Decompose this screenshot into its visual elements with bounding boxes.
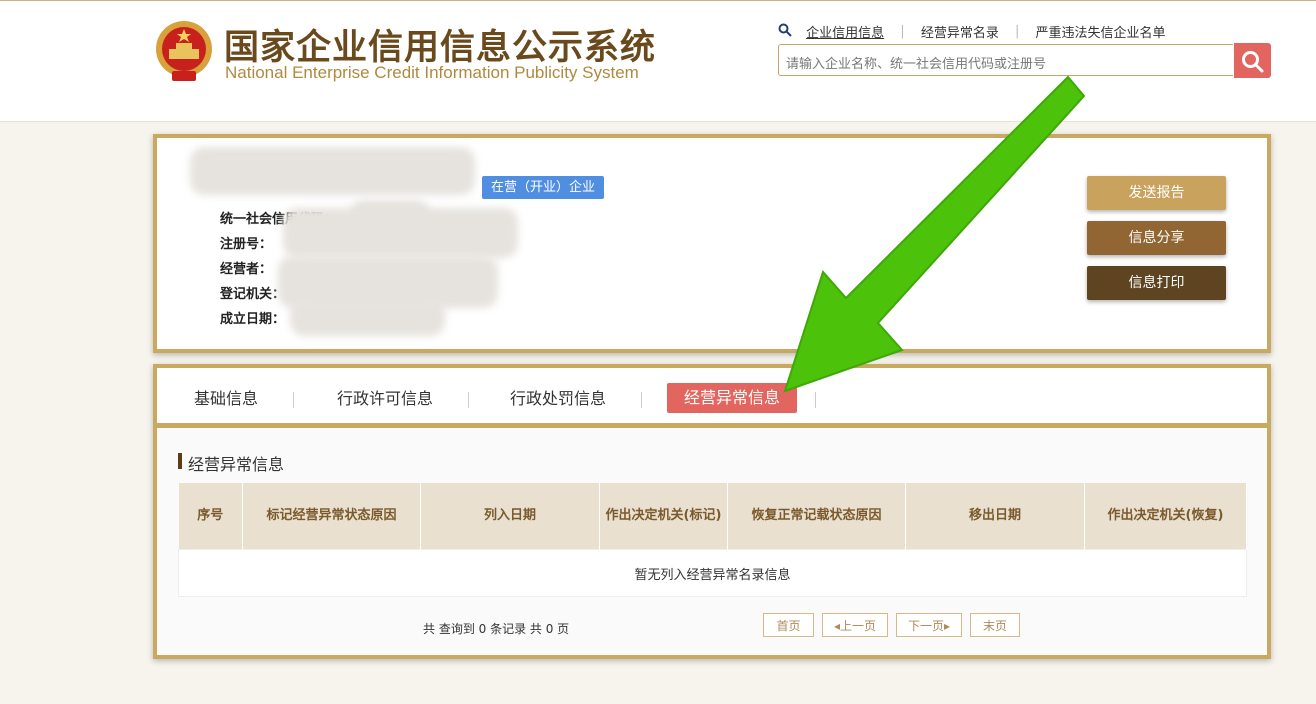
print-button[interactable]: 信息打印 [1087,266,1226,300]
empty-message: 暂无列入经营异常名录信息 [178,549,1247,597]
tab-basic-info[interactable]: 基础信息 [194,385,258,409]
column-header: 移出日期 [905,483,1085,550]
section-title: 经营异常信息 [188,455,285,474]
site-subtitle: National Enterprise Credit Information P… [225,63,639,82]
column-header: 作出决定机关(恢复) [1084,483,1247,550]
column-header: 列入日期 [420,483,600,550]
reg-number-label: 注册号： [220,237,273,252]
chevron-right-icon: ▸ [943,619,951,633]
first-page-button[interactable]: 首页 [763,613,814,637]
prev-page-button[interactable]: ◂上一页 [822,613,888,637]
search-icon [1242,51,1264,73]
top-links: 企业信用信息 | 经营异常名录 | 严重违法失信企业名单 [778,22,1166,42]
column-header: 标记经营异常状态原因 [242,483,421,550]
share-button[interactable]: 信息分享 [1087,221,1226,255]
link-divider: | [1014,24,1020,39]
founded-date-label: 成立日期： [220,312,286,327]
status-badge: 在营（开业）企业 [482,176,604,199]
tab-abnormal-operation[interactable]: 经营异常信息 [667,383,797,413]
redacted-value [290,298,445,336]
last-page-button[interactable]: 末页 [970,613,1020,637]
next-page-label: 下一页 [907,619,944,633]
link-abnormal-list[interactable]: 经营异常名录 [921,22,999,41]
authority-label: 登记机关： [220,287,286,302]
next-page-button[interactable]: 下一页▸ [896,613,962,637]
tab-divider [641,392,642,408]
link-blacklist[interactable]: 严重违法失信企业名单 [1036,22,1166,41]
tab-divider [293,392,294,408]
tab-admin-license[interactable]: 行政许可信息 [337,385,433,409]
link-enterprise-credit[interactable]: 企业信用信息 [806,22,884,41]
pager-summary: 共 查询到 0 条记录 共 0 页 [423,622,570,636]
national-emblem-icon [156,21,212,81]
tab-divider [815,392,816,408]
search-icon [778,23,802,41]
column-header: 恢复正常记载状态原因 [727,483,906,550]
operator-label: 经营者： [220,262,273,277]
search-button[interactable] [1234,43,1271,78]
table-header-row: 序号 标记经营异常状态原因 列入日期 作出决定机关(标记) 恢复正常记载状态原因… [178,483,1247,550]
abnormal-table: 序号 标记经营异常状态原因 列入日期 作出决定机关(标记) 恢复正常记载状态原因… [178,483,1247,597]
section-marker [178,453,182,469]
company-name-redacted [190,147,475,195]
site-header: 国家企业信用信息公示系统 National Enterprise Credit … [0,0,1316,122]
redacted-value [283,208,518,258]
table-row: 暂无列入经营异常名录信息 [178,549,1247,597]
tab-divider [468,392,469,408]
tab-admin-penalty[interactable]: 行政处罚信息 [510,385,606,409]
link-divider: | [900,24,905,39]
column-header: 序号 [178,483,243,550]
search-input[interactable]: 请输入企业名称、统一社会信用代码或注册号 [778,44,1233,76]
prev-page-label: 上一页 [840,619,877,633]
send-report-button[interactable]: 发送报告 [1087,176,1226,210]
column-header: 作出决定机关(标记) [599,483,728,550]
